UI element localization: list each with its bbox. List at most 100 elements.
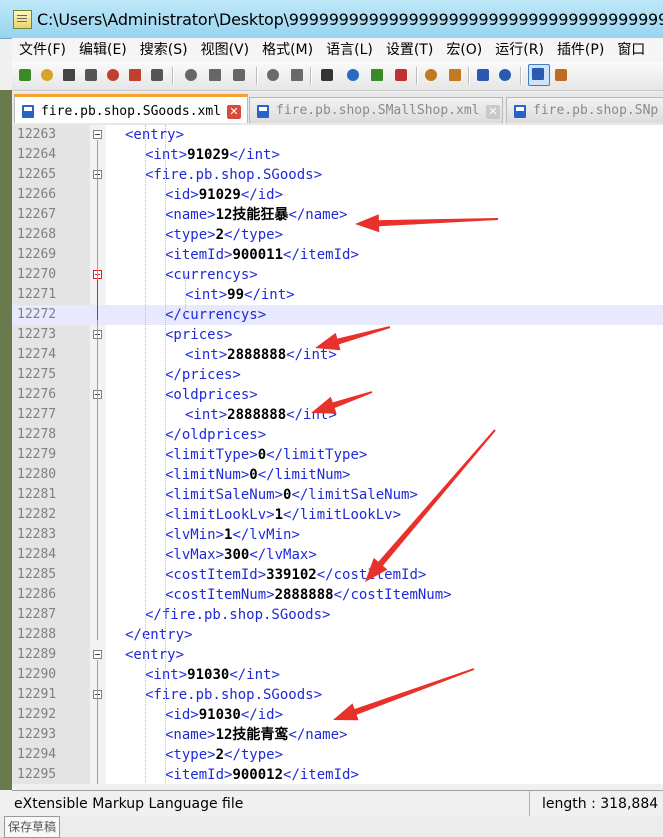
- notepad-app-icon[interactable]: [13, 10, 32, 29]
- xml-tag: </entry>: [125, 627, 193, 643]
- menu-item-9[interactable]: 插件(P): [550, 38, 610, 62]
- tab-label: fire.pb.shop.SNp: [533, 103, 659, 118]
- word-wrap-icon[interactable]: [474, 66, 492, 84]
- code-line[interactable]: 12273 <prices>: [12, 325, 663, 345]
- cut-icon[interactable]: [182, 66, 200, 84]
- line-number: 12276: [17, 387, 57, 402]
- xml-tag: <itemId>: [165, 767, 233, 783]
- code-line[interactable]: 12286 <costItemNum>2888888</costItemNum>: [12, 585, 663, 605]
- zoom-out-icon[interactable]: [392, 66, 410, 84]
- menu-item-6[interactable]: 设置(T): [379, 38, 439, 62]
- code-line[interactable]: 12278 </oldprices>: [12, 425, 663, 445]
- copy-icon[interactable]: [206, 66, 224, 84]
- code-line[interactable]: 12269 <itemId>900011</itemId>: [12, 245, 663, 265]
- code-line[interactable]: 12266 <id>91029</id>: [12, 185, 663, 205]
- indent-guide-icon[interactable]: [528, 64, 550, 86]
- close-all-icon[interactable]: [126, 66, 144, 84]
- code-line[interactable]: 12281 <limitSaleNum>0</limitSaleNum>: [12, 485, 663, 505]
- tab-0[interactable]: fire.pb.shop.SGoods.xml ✕: [14, 94, 248, 123]
- replace-icon[interactable]: [344, 66, 362, 84]
- code-line[interactable]: 12293 <name>12技能青鸾</name>: [12, 725, 663, 745]
- new-file-icon[interactable]: [16, 66, 34, 84]
- code-line[interactable]: 12288 </entry>: [12, 625, 663, 645]
- code-line[interactable]: 12295 <itemId>900012</itemId>: [12, 765, 663, 784]
- background-save-draft-button[interactable]: 保存草稿: [4, 816, 61, 838]
- code-text: <limitLookLv>1</limitLookLv>: [165, 505, 401, 525]
- xml-tag: </limitNum>: [257, 467, 351, 483]
- code-line[interactable]: 12285 <costItemId>339102</costItemId>: [12, 565, 663, 585]
- code-line[interactable]: 12272 </currencys>: [12, 305, 663, 325]
- code-line[interactable]: 12292 <id>91030</id>: [12, 705, 663, 725]
- code-line[interactable]: 12265 <fire.pb.shop.SGoods>: [12, 165, 663, 185]
- code-line[interactable]: 12289 <entry>: [12, 645, 663, 665]
- show-all-chars-icon[interactable]: [496, 66, 514, 84]
- sync-horizontal-icon[interactable]: [446, 66, 464, 84]
- save-file-icon: [514, 105, 526, 118]
- zoom-in-icon[interactable]: [368, 66, 386, 84]
- code-line[interactable]: 12275 </prices>: [12, 365, 663, 385]
- close-icon[interactable]: [104, 66, 122, 84]
- xml-value: 300: [224, 547, 250, 563]
- code-line[interactable]: 12277 <int>2888888</int>: [12, 405, 663, 425]
- code-line[interactable]: 12283 <lvMin>1</lvMin>: [12, 525, 663, 545]
- code-line[interactable]: 12274 <int>2888888</int>: [12, 345, 663, 365]
- save-icon-glyph: [63, 69, 75, 81]
- fold-toggle-icon[interactable]: [93, 130, 102, 139]
- code-line[interactable]: 12267 <name>12技能狂暴</name>: [12, 205, 663, 225]
- line-number: 12272: [17, 307, 57, 322]
- tab-1[interactable]: fire.pb.shop.SMallShop.xml ✕: [249, 97, 503, 123]
- tab-close-icon[interactable]: ✕: [227, 105, 241, 119]
- background-window-strip: [0, 90, 12, 790]
- redo-icon[interactable]: [288, 66, 306, 84]
- menu-item-0[interactable]: 文件(F): [12, 38, 72, 62]
- user-language-icon[interactable]: [552, 66, 570, 84]
- menu-item-10[interactable]: 窗口: [610, 38, 651, 62]
- save-icon[interactable]: [60, 66, 78, 84]
- code-text: <fire.pb.shop.SGoods>: [145, 685, 322, 705]
- undo-icon[interactable]: [264, 66, 282, 84]
- code-text: <prices>: [165, 325, 232, 345]
- code-text: <entry>: [125, 125, 184, 145]
- print-icon[interactable]: [148, 66, 166, 84]
- xml-value: 91029: [187, 147, 230, 163]
- code-line[interactable]: 12264 <int>91029</int>: [12, 145, 663, 165]
- xml-tag: <costItemId>: [165, 567, 267, 583]
- code-text: <name>12技能青鸾</name>: [165, 725, 347, 745]
- menu-item-4[interactable]: 格式(M): [255, 38, 319, 62]
- line-number: 12274: [17, 347, 57, 362]
- menu-item-7[interactable]: 宏(O): [439, 38, 488, 62]
- code-line[interactable]: 12284 <lvMax>300</lvMax>: [12, 545, 663, 565]
- open-file-icon[interactable]: [38, 66, 56, 84]
- code-line[interactable]: 12280 <limitNum>0</limitNum>: [12, 465, 663, 485]
- code-line[interactable]: 12263 <entry>: [12, 125, 663, 145]
- menu-item-5[interactable]: 语言(L): [319, 38, 379, 62]
- code-line[interactable]: 12287 </fire.pb.shop.SGoods>: [12, 605, 663, 625]
- code-line[interactable]: 12294 <type>2</type>: [12, 745, 663, 765]
- code-line[interactable]: 12291 <fire.pb.shop.SGoods>: [12, 685, 663, 705]
- fold-line: [97, 140, 98, 640]
- menu-item-2[interactable]: 搜索(S): [133, 38, 194, 62]
- code-editor[interactable]: 12263 <entry> 12264 <int>91029</int> 12265 <f…: [12, 125, 663, 784]
- code-line[interactable]: 12279 <limitType>0</limitType>: [12, 445, 663, 465]
- tab-2[interactable]: fire.pb.shop.SNp: [506, 97, 663, 123]
- sync-vertical-icon-glyph: [425, 69, 437, 81]
- tab-close-icon[interactable]: ✕: [486, 105, 500, 119]
- xml-tag: <entry>: [125, 127, 185, 143]
- find-icon[interactable]: [318, 66, 336, 84]
- title-bar[interactable]: C:\Users\Administrator\Desktop\999999999…: [0, 0, 663, 39]
- save-all-icon[interactable]: [82, 66, 100, 84]
- sync-vertical-icon[interactable]: [422, 66, 440, 84]
- code-line[interactable]: 12268 <type>2</type>: [12, 225, 663, 245]
- code-line[interactable]: 12282 <limitLookLv>1</limitLookLv>: [12, 505, 663, 525]
- code-line[interactable]: 12270 <currencys>: [12, 265, 663, 285]
- fold-toggle-icon[interactable]: [93, 650, 102, 659]
- menu-item-1[interactable]: 编辑(E): [72, 38, 133, 62]
- code-line[interactable]: 12276 <oldprices>: [12, 385, 663, 405]
- find-icon-glyph: [321, 69, 333, 81]
- menu-item-3[interactable]: 视图(V): [194, 38, 256, 62]
- code-line[interactable]: 12290 <int>91030</int>: [12, 665, 663, 685]
- code-line[interactable]: 12271 <int>99</int>: [12, 285, 663, 305]
- menu-item-8[interactable]: 运行(R): [488, 38, 550, 62]
- paste-icon[interactable]: [230, 66, 248, 84]
- copy-icon-glyph: [209, 69, 221, 81]
